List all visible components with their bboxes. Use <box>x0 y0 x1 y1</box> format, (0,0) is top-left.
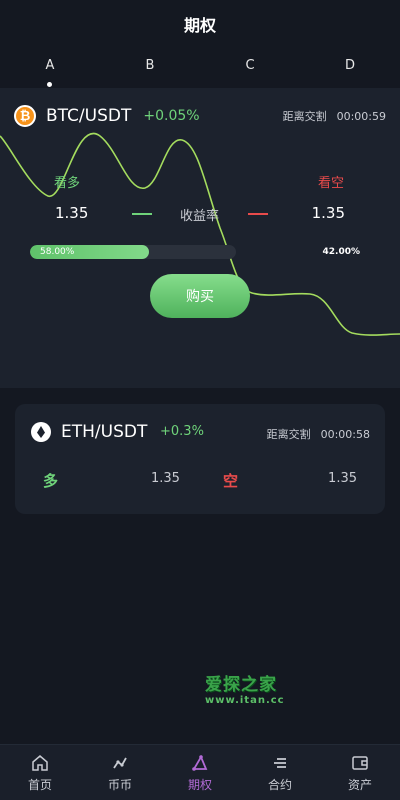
home-icon <box>30 753 50 773</box>
delivery-countdown: 距离交割 00:00:59 <box>283 108 386 124</box>
short-rate: 1.35 <box>311 204 345 222</box>
eth-option-card[interactable]: ETH/USDT +0.3% 距离交割 00:00:58 多 1.35 空 1.3… <box>15 404 385 514</box>
long-percent: 58.00% <box>40 247 75 257</box>
ethereum-icon <box>31 422 51 442</box>
nav-label: 资产 <box>347 777 372 792</box>
bitcoin-icon: ₿ <box>14 105 36 127</box>
header: 期权 <box>0 0 400 48</box>
long-label[interactable]: 看多 <box>54 172 80 191</box>
nav-label: 合约 <box>267 777 292 792</box>
bottom-navigation: 首页 币币 期权 合约 资产 <box>0 744 400 800</box>
option-tabs: A B C D <box>0 52 400 88</box>
pair-name: ETH/USDT <box>61 422 148 442</box>
short-dash <box>248 213 268 215</box>
nav-label: 币币 <box>107 777 132 792</box>
price-change: +0.3% <box>160 424 204 439</box>
long-label[interactable]: 多 <box>43 470 58 491</box>
nav-assets[interactable]: 资产 <box>320 745 400 800</box>
countdown-label: 距离交割 <box>266 428 311 441</box>
watermark-url: www.itan.cc <box>205 695 285 706</box>
trade-icon <box>110 753 130 773</box>
rate-label: 收益率 <box>180 209 220 224</box>
long-rate: 1.35 <box>151 471 180 486</box>
nav-label: 首页 <box>27 777 52 792</box>
tab-c[interactable]: C <box>230 58 270 73</box>
watermark-text: 爱探之家 <box>205 675 277 695</box>
delivery-countdown: 距离交割 00:00:58 <box>267 426 370 442</box>
long-rate: 1.35 <box>55 204 89 222</box>
countdown-time: 00:00:58 <box>320 428 370 441</box>
nav-options[interactable]: 期权 <box>160 745 240 800</box>
buy-button[interactable]: 购买 <box>150 274 250 318</box>
nav-label: 期权 <box>187 777 212 792</box>
tab-d[interactable]: D <box>330 58 370 73</box>
nav-home[interactable]: 首页 <box>0 745 80 800</box>
options-icon <box>190 753 210 773</box>
pair-name: BTC/USDT <box>46 106 132 126</box>
page-title: 期权 <box>183 16 216 35</box>
wallet-icon <box>350 753 370 773</box>
short-rate: 1.35 <box>328 471 357 486</box>
short-percent: 42.00% <box>322 247 361 257</box>
active-tab-indicator <box>47 82 52 87</box>
tab-b[interactable]: B <box>130 58 170 73</box>
btc-option-card: ₿ BTC/USDT +0.05% 距离交割 00:00:59 看多 看空 1.3… <box>0 88 400 388</box>
long-dash <box>132 213 152 215</box>
countdown-label: 距离交割 <box>282 110 327 123</box>
nav-trade[interactable]: 币币 <box>80 745 160 800</box>
nav-contract[interactable]: 合约 <box>240 745 320 800</box>
countdown-time: 00:00:59 <box>336 110 386 123</box>
btc-pair-row: ₿ BTC/USDT +0.05% <box>14 104 200 128</box>
price-change: +0.05% <box>143 108 200 124</box>
short-label[interactable]: 看空 <box>318 172 344 191</box>
watermark-logo: 爱探之家 www.itan.cc <box>205 670 315 706</box>
short-label[interactable]: 空 <box>223 470 238 491</box>
contract-icon <box>270 753 290 773</box>
price-trend-line <box>0 132 400 336</box>
tab-a[interactable]: A <box>30 58 70 73</box>
